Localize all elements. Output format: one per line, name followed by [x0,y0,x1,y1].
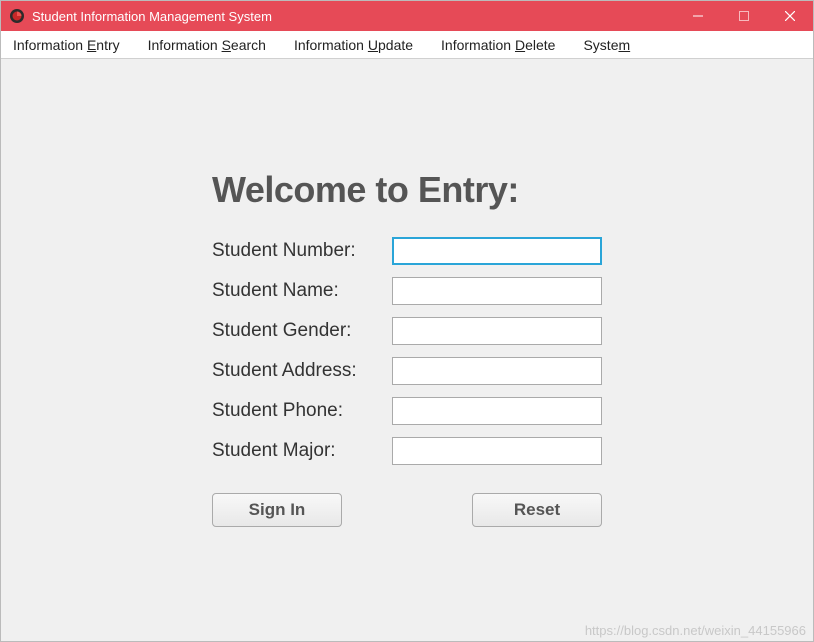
maximize-button[interactable] [721,1,767,31]
row-student-number: Student Number: [212,237,602,265]
sign-in-button[interactable]: Sign In [212,493,342,527]
app-window: Student Information Management System In… [0,0,814,642]
menu-information-search[interactable]: Information Search [148,37,266,53]
form-heading: Welcome to Entry: [212,169,602,211]
label-student-gender: Student Gender: [212,320,392,342]
input-student-gender[interactable] [392,317,602,345]
row-student-gender: Student Gender: [212,317,602,345]
window-title: Student Information Management System [32,9,272,24]
row-student-name: Student Name: [212,277,602,305]
titlebar: Student Information Management System [1,1,813,31]
row-student-phone: Student Phone: [212,397,602,425]
entry-form: Welcome to Entry: Student Number: Studen… [212,169,602,527]
label-student-address: Student Address: [212,360,392,382]
minimize-button[interactable] [675,1,721,31]
input-student-name[interactable] [392,277,602,305]
input-student-number[interactable] [392,237,602,265]
menu-information-update[interactable]: Information Update [294,37,413,53]
menu-information-entry[interactable]: Information Entry [13,37,120,53]
menubar: Information Entry Information Search Inf… [1,31,813,59]
app-icon [9,8,25,24]
menu-system[interactable]: System [583,37,630,53]
button-row: Sign In Reset [212,493,602,527]
label-student-phone: Student Phone: [212,400,392,422]
label-student-name: Student Name: [212,280,392,302]
input-student-address[interactable] [392,357,602,385]
menu-information-delete[interactable]: Information Delete [441,37,555,53]
label-student-number: Student Number: [212,240,392,262]
row-student-address: Student Address: [212,357,602,385]
window-controls [675,1,813,31]
close-button[interactable] [767,1,813,31]
input-student-major[interactable] [392,437,602,465]
content-area: Welcome to Entry: Student Number: Studen… [1,59,813,641]
row-student-major: Student Major: [212,437,602,465]
reset-button[interactable]: Reset [472,493,602,527]
label-student-major: Student Major: [212,440,392,462]
input-student-phone[interactable] [392,397,602,425]
